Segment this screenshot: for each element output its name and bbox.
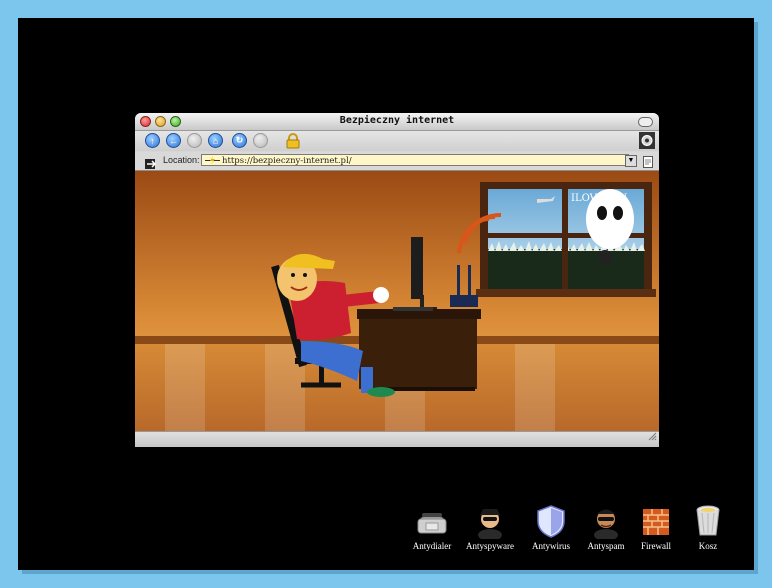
dock-label: Antydialer [412,541,452,551]
back-button[interactable]: ↑ [145,133,160,148]
browser-window: Bezpieczny internet ↑ ← → ⌂ ↻ × Location… [135,113,659,447]
trash-icon [696,505,720,536]
page-content: ILOVEYOU [135,171,659,431]
location-label: Location: [163,155,200,165]
phone-modem-icon [417,513,447,534]
url-input[interactable]: https://bezpieczny-internet.pl/ [201,154,629,166]
site-bolt-icon [205,156,220,169]
desk [357,309,481,391]
illustration-scene: ILOVEYOU [135,171,659,431]
reload-button[interactable]: ↻ [232,133,247,148]
url-text: https://bezpieczny-internet.pl/ [222,156,352,166]
resize-grip-icon[interactable] [647,428,657,446]
shield-icon [537,505,565,538]
location-bar: Location: https://bezpieczny-internet.pl… [135,152,659,171]
dock-item-antydialer[interactable]: Antydialer [400,503,464,551]
stop-button[interactable]: × [253,133,268,148]
toolbar-toggle-button[interactable] [638,117,653,127]
spy-icon [478,509,502,539]
forward-button[interactable]: ← [166,133,181,148]
dock-item-antyspyware[interactable]: Antyspyware [458,503,522,551]
brick-wall-icon [643,509,669,535]
dock-label: Antyspyware [466,541,514,551]
keyboard [393,307,433,311]
status-bar [135,431,659,447]
navigation-toolbar: ↑ ← → ⌂ ↻ × [135,131,659,151]
home-button[interactable]: ⌂ [208,133,223,148]
window-title: Bezpieczny internet [339,115,455,126]
gear-icon[interactable] [639,132,655,154]
dock-label: Kosz [698,541,718,551]
title-bar[interactable]: Bezpieczny internet [135,113,659,131]
dock-item-kosz[interactable]: Kosz [676,503,740,551]
window-caption: ILOVEYOU [571,193,627,204]
url-dropdown-button[interactable]: ▼ [625,155,637,167]
lock-icon [286,133,300,154]
wall-window: ILOVEYOU [476,182,656,297]
disabled-forward-button[interactable]: → [187,133,202,148]
agent-icon [594,509,618,539]
